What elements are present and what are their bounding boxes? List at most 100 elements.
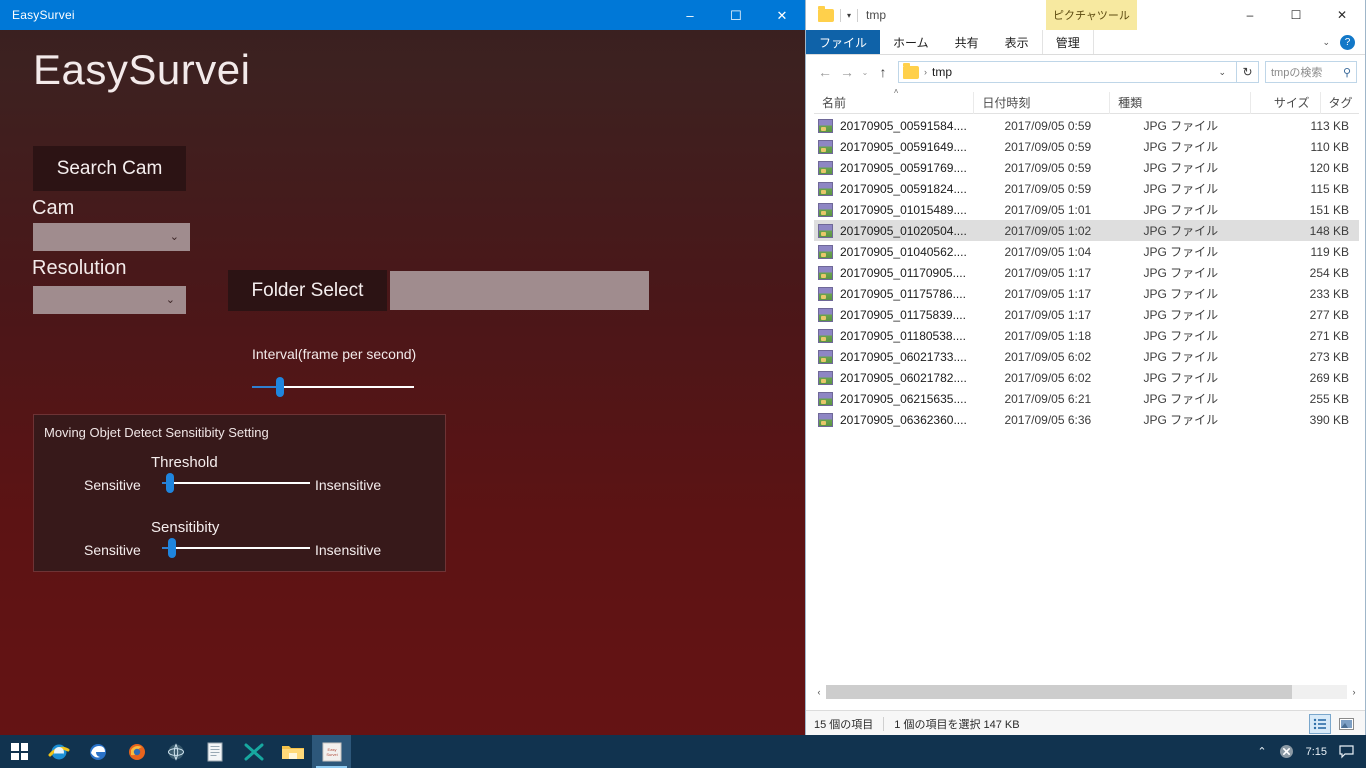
scroll-left-icon[interactable]: ‹	[812, 687, 826, 697]
chevron-down-icon[interactable]: ⌄	[1322, 37, 1330, 48]
file-type-cell: JPG ファイル	[1143, 140, 1219, 154]
file-type-cell: JPG ファイル	[1143, 350, 1219, 364]
action-center-icon[interactable]	[1339, 744, 1354, 759]
large-icons-view-button[interactable]	[1335, 714, 1357, 734]
cam-select[interactable]: ⌄	[33, 223, 190, 251]
tab-manage[interactable]: 管理	[1041, 30, 1094, 54]
tab-home[interactable]: ホーム	[880, 30, 942, 54]
details-view-button[interactable]	[1309, 713, 1331, 734]
microsoft-edge-taskbar-button[interactable]	[78, 735, 117, 768]
easysurvei-window-controls: – ☐ ✕	[667, 0, 805, 30]
internet-explorer-taskbar-button[interactable]	[39, 735, 78, 768]
notepad-taskbar-button[interactable]	[195, 735, 234, 768]
resolution-label: Resolution	[32, 257, 127, 279]
column-header-tag[interactable]: タグ	[1321, 92, 1359, 114]
file-size-cell: 151 KB	[1309, 202, 1350, 217]
slider-thumb[interactable]	[166, 473, 174, 493]
table-row[interactable]: 20170905_01170905.... 2017/09/05 1:17 JPG …	[814, 262, 1359, 283]
slider-thumb[interactable]	[168, 538, 176, 558]
quick-access-toolbar: ▾	[818, 5, 859, 22]
table-row[interactable]: 20170905_06021782.... 2017/09/05 6:02 JPG …	[814, 367, 1359, 388]
refresh-button[interactable]: ↻	[1237, 61, 1259, 83]
threshold-slider[interactable]	[162, 471, 310, 495]
browser-app-taskbar-button[interactable]	[156, 735, 195, 768]
close-button[interactable]: ✕	[1319, 0, 1365, 30]
scrollbar-track[interactable]	[826, 685, 1347, 699]
tab-share[interactable]: 共有	[942, 30, 992, 54]
easysurvei-taskbar-button[interactable]: Easy Survei	[312, 735, 351, 768]
file-explorer-taskbar-button[interactable]	[273, 735, 312, 768]
file-size-cell: 254 KB	[1309, 265, 1350, 280]
xming-taskbar-button[interactable]	[234, 735, 273, 768]
breadcrumb-current[interactable]: tmp	[932, 65, 952, 79]
recent-locations-icon[interactable]: ⌄	[858, 61, 872, 83]
easysurvei-window: EasySurvei – ☐ ✕ EasySurvei Search Cam C…	[0, 0, 805, 737]
sensitibity-slider[interactable]	[162, 536, 310, 560]
show-hidden-icons-button[interactable]: ⌃	[1257, 745, 1266, 758]
file-type-cell: JPG ファイル	[1143, 413, 1219, 427]
file-type-cell: JPG ファイル	[1143, 224, 1219, 238]
table-row[interactable]: 20170905_01040562.... 2017/09/05 1:04 JPG …	[814, 241, 1359, 262]
up-button[interactable]: ↑	[872, 61, 894, 83]
globe-icon	[167, 742, 184, 761]
file-size-cell: 269 KB	[1309, 370, 1350, 385]
table-row[interactable]: 20170905_00591649.... 2017/09/05 0:59 JPG …	[814, 136, 1359, 157]
table-row[interactable]: 20170905_00591824.... 2017/09/05 0:59 JPG …	[814, 178, 1359, 199]
status-error-icon[interactable]	[1279, 744, 1294, 759]
file-name-cell: 20170905_01040562....	[840, 244, 967, 259]
file-name-cell: 20170905_06021733....	[840, 349, 967, 364]
table-row[interactable]: 20170905_01020504.... 2017/09/05 1:02 JPG …	[814, 220, 1359, 241]
clock[interactable]: 7:15	[1306, 746, 1327, 758]
file-name-cell: 20170905_06215635....	[840, 391, 967, 406]
file-name-cell: 20170905_01015489....	[840, 202, 967, 217]
scrollbar-thumb[interactable]	[826, 685, 1292, 699]
table-row[interactable]: 20170905_00591584.... 2017/09/05 0:59 JPG …	[814, 115, 1359, 136]
maximize-button[interactable]: ☐	[713, 0, 759, 30]
explorer-window-controls: – ☐ ✕	[1227, 0, 1365, 30]
table-row[interactable]: 20170905_00591769.... 2017/09/05 0:59 JPG …	[814, 157, 1359, 178]
minimize-button[interactable]: –	[667, 0, 713, 30]
column-header-size[interactable]: サイズ	[1251, 91, 1321, 114]
maximize-button[interactable]: ☐	[1273, 0, 1319, 30]
scroll-right-icon[interactable]: ›	[1347, 687, 1361, 697]
column-header-type[interactable]: 種類	[1110, 91, 1251, 114]
table-row[interactable]: 20170905_06021733.... 2017/09/05 6:02 JPG …	[814, 346, 1359, 367]
file-name-cell: 20170905_01020504....	[840, 223, 967, 238]
search-input[interactable]: tmpの検索 ⚲	[1265, 61, 1357, 83]
folder-path-input[interactable]	[390, 271, 649, 310]
search-cam-button[interactable]: Search Cam	[33, 146, 186, 191]
file-date-cell: 2017/09/05 6:02	[1004, 370, 1092, 385]
resolution-select[interactable]: ⌄	[33, 286, 186, 314]
ribbon-right-controls: ⌄ ?	[1322, 30, 1365, 54]
file-date-cell: 2017/09/05 1:17	[1004, 286, 1092, 301]
slider-thumb[interactable]	[276, 377, 284, 397]
help-icon[interactable]: ?	[1340, 34, 1355, 50]
minimize-button[interactable]: –	[1227, 0, 1273, 30]
interval-slider[interactable]	[252, 375, 414, 399]
table-row[interactable]: 20170905_06215635.... 2017/09/05 6:21 JPG …	[814, 388, 1359, 409]
large-icons-view-icon	[1338, 717, 1354, 730]
horizontal-scrollbar[interactable]: ‹ ›	[812, 684, 1361, 700]
file-name-cell: 20170905_01175839....	[840, 307, 966, 322]
tab-view[interactable]: 表示	[992, 30, 1042, 54]
close-button[interactable]: ✕	[759, 0, 805, 30]
table-row[interactable]: 20170905_01175839.... 2017/09/05 1:17 JPG …	[814, 304, 1359, 325]
folder-select-button[interactable]: Folder Select	[228, 270, 387, 311]
column-header-date[interactable]: 日付時刻	[974, 91, 1111, 114]
forward-button[interactable]: →	[836, 61, 858, 83]
table-row[interactable]: 20170905_06362360.... 2017/09/05 6:36 JPG …	[814, 409, 1359, 430]
table-row[interactable]: 20170905_01180538.... 2017/09/05 1:18 JPG …	[814, 325, 1359, 346]
chevron-down-icon[interactable]: ⌄	[1212, 67, 1232, 78]
firefox-taskbar-button[interactable]	[117, 735, 156, 768]
column-header-name[interactable]: 名前 ˄	[814, 87, 975, 114]
svg-text:Survei: Survei	[326, 752, 337, 757]
tab-file[interactable]: ファイル	[806, 30, 881, 54]
table-row[interactable]: 20170905_01175786.... 2017/09/05 1:17 JPG …	[814, 283, 1359, 304]
file-date-cell: 2017/09/05 1:04	[1004, 244, 1092, 259]
chevron-down-icon[interactable]: ▾	[847, 11, 851, 20]
table-row[interactable]: 20170905_01015489.... 2017/09/05 1:01 JPG …	[814, 199, 1359, 220]
back-button[interactable]: ←	[814, 61, 836, 83]
easysurvei-app-icon: Easy Survei	[322, 742, 341, 761]
start-button[interactable]	[0, 735, 39, 768]
address-input[interactable]: › tmp ⌄	[898, 61, 1237, 83]
